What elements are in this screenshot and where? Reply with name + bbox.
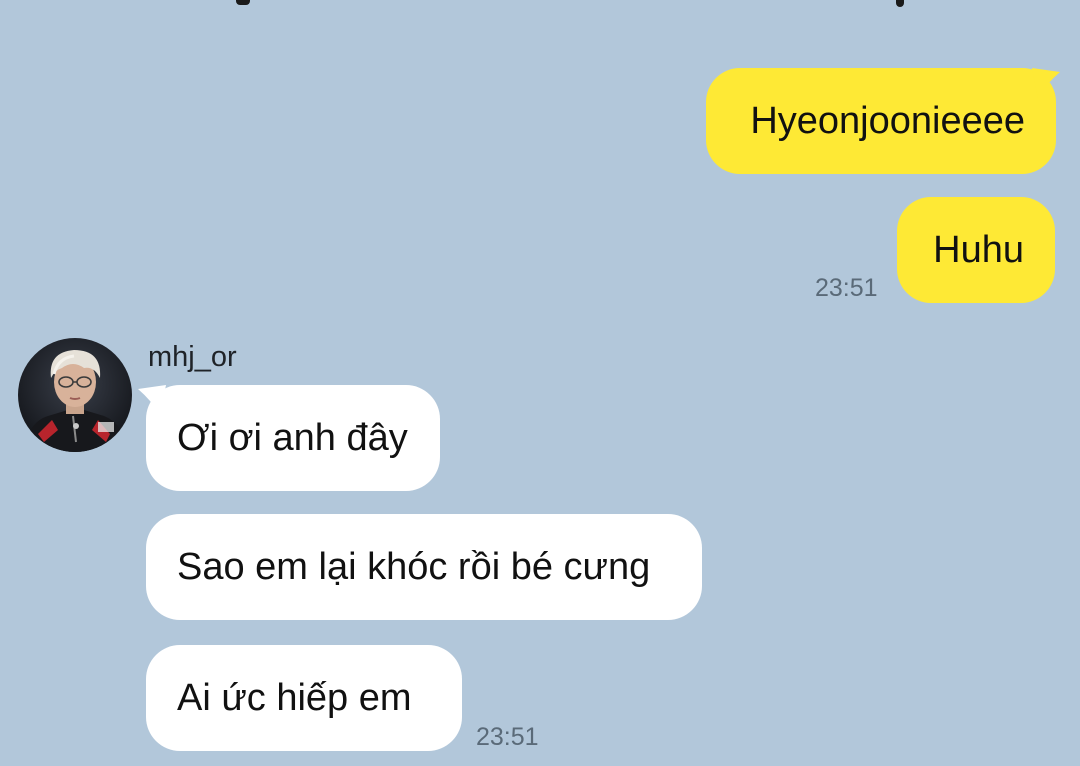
message-text: Huhu xyxy=(933,229,1024,271)
outgoing-message-bubble[interactable]: Hyeonjoonieeee xyxy=(706,68,1056,174)
sender-name[interactable]: mhj_or xyxy=(148,343,237,372)
message-timestamp: 23:51 xyxy=(815,274,878,302)
cut-off-header-text xyxy=(0,0,1080,8)
message-text: Hyeonjoonieeee xyxy=(750,100,1025,142)
incoming-message-bubble[interactable]: Sao em lại khóc rồi bé cưng xyxy=(146,514,702,620)
message-timestamp: 23:51 xyxy=(476,723,539,751)
message-text: Ơi ơi anh đây xyxy=(177,417,408,459)
incoming-message-bubble[interactable]: Ơi ơi anh đây xyxy=(146,385,440,491)
message-text: Sao em lại khóc rồi bé cưng xyxy=(177,546,651,588)
avatar-photo-icon xyxy=(18,338,132,452)
incoming-message-bubble[interactable]: Ai ức hiếp em xyxy=(146,645,462,751)
avatar[interactable] xyxy=(18,338,132,452)
message-text: Ai ức hiếp em xyxy=(177,677,412,719)
bubble-tail-icon xyxy=(1032,68,1060,98)
outgoing-message-bubble[interactable]: Huhu xyxy=(897,197,1055,303)
